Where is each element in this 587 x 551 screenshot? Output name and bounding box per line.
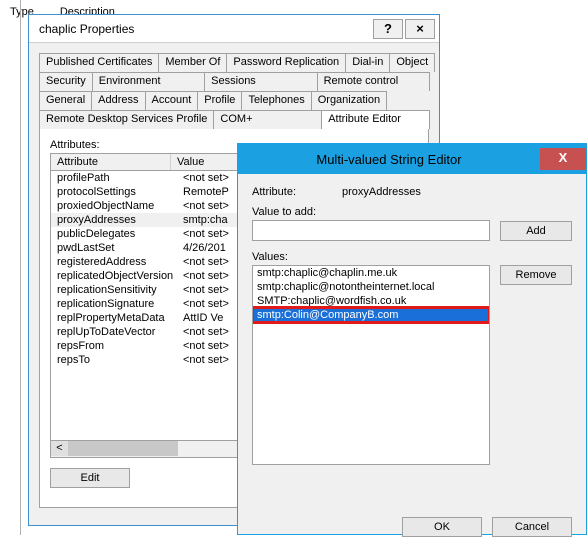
values-list[interactable]: smtp:chaplic@chaplin.me.uk smtp:chaplic@… [252, 265, 490, 465]
tab-sessions[interactable]: Sessions [204, 72, 317, 91]
edit-button[interactable]: Edit [50, 468, 130, 488]
tab-security[interactable]: Security [39, 72, 93, 91]
tab-general[interactable]: General [39, 91, 92, 110]
tab-dial-in[interactable]: Dial-in [345, 53, 390, 72]
value-to-add-input[interactable] [252, 220, 490, 241]
properties-title: chaplic Properties [39, 22, 371, 36]
close-button[interactable]: × [405, 19, 435, 39]
tab-password-replication[interactable]: Password Replication [226, 53, 346, 72]
values-side-buttons: Remove [500, 265, 572, 465]
tab-attribute-editor[interactable]: Attribute Editor [321, 110, 430, 129]
list-item-selected[interactable]: smtp:Colin@CompanyB.com [253, 308, 489, 322]
list-item[interactable]: SMTP:chaplic@wordfish.co.uk [253, 294, 489, 308]
attribute-value: proxyAddresses [342, 186, 421, 198]
tab-telephones[interactable]: Telephones [241, 91, 311, 110]
tab-account[interactable]: Account [145, 91, 199, 110]
properties-titlebar[interactable]: chaplic Properties ? × [29, 15, 439, 43]
tab-rds-profile[interactable]: Remote Desktop Services Profile [39, 110, 214, 129]
value-to-add-row: Add [252, 220, 572, 241]
tab-row-3: General Address Account Profile Telephon… [39, 91, 429, 110]
tab-address[interactable]: Address [91, 91, 145, 110]
list-item[interactable]: smtp:chaplic@notontheinternet.local [253, 280, 489, 294]
attribute-label: Attribute: [252, 186, 342, 198]
attribute-row: Attribute: proxyAddresses [252, 186, 572, 198]
tab-profile[interactable]: Profile [197, 91, 242, 110]
string-editor-body: Attribute: proxyAddresses Value to add: … [238, 174, 586, 475]
tab-published-certificates[interactable]: Published Certificates [39, 53, 159, 72]
bg-divider [20, 0, 21, 535]
tab-member-of[interactable]: Member Of [158, 53, 227, 72]
scroll-left-icon[interactable]: < [51, 441, 68, 456]
add-button[interactable]: Add [500, 221, 572, 241]
scroll-thumb[interactable] [68, 441, 178, 456]
tab-environment[interactable]: Environment [92, 72, 205, 91]
tab-row-2: Security Environment Sessions Remote con… [39, 72, 429, 91]
string-editor-title: Multi-valued String Editor [238, 152, 540, 167]
values-wrap: smtp:chaplic@chaplin.me.uk smtp:chaplic@… [252, 265, 572, 465]
col-attribute[interactable]: Attribute [51, 154, 171, 170]
tab-row-1: Published Certificates Member Of Passwor… [39, 53, 429, 72]
tab-object[interactable]: Object [389, 53, 435, 72]
string-editor-titlebar[interactable]: Multi-valued String Editor X [238, 144, 586, 174]
values-label: Values: [252, 251, 572, 263]
close-button[interactable]: X [540, 148, 586, 170]
help-button[interactable]: ? [373, 19, 403, 39]
tab-row-4: Remote Desktop Services Profile COM+ Att… [39, 110, 429, 129]
ok-button[interactable]: OK [402, 517, 482, 537]
value-to-add-label: Value to add: [252, 206, 572, 218]
dialog-buttons: OK Cancel [238, 503, 586, 551]
list-item[interactable]: smtp:chaplic@chaplin.me.uk [253, 266, 489, 280]
tab-com-plus[interactable]: COM+ [213, 110, 322, 129]
tab-remote-control[interactable]: Remote control [317, 72, 430, 91]
remove-button[interactable]: Remove [500, 265, 572, 285]
cancel-button[interactable]: Cancel [492, 517, 572, 537]
tab-organization[interactable]: Organization [311, 91, 387, 110]
string-editor-window: Multi-valued String Editor X Attribute: … [237, 143, 587, 535]
